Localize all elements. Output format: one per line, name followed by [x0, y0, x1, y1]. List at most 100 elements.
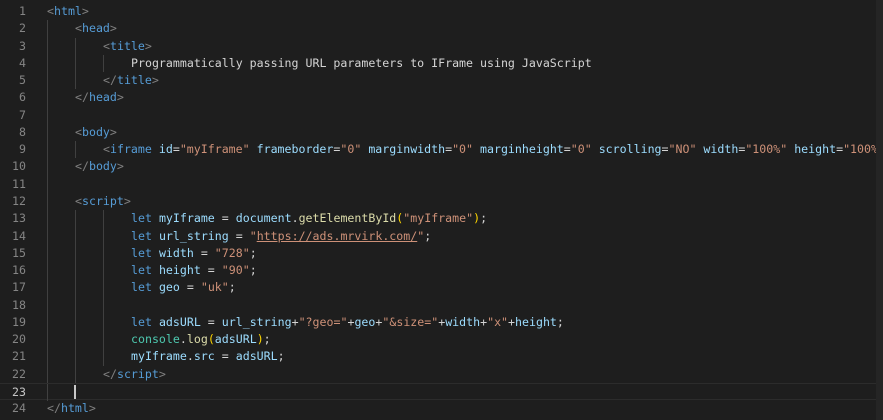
- indent-guide: [103, 296, 104, 314]
- code-line[interactable]: 9 <iframe id="myIframe" frameborder="0" m…: [0, 141, 883, 159]
- code-line[interactable]: 1 <html>: [0, 3, 876, 20]
- code-line[interactable]: 10 </body>: [0, 158, 876, 176]
- code-line[interactable]: 18: [0, 296, 876, 314]
- code-line[interactable]: 22 </script>: [0, 365, 876, 383]
- token-br: <: [75, 21, 82, 36]
- code-line[interactable]: 5 </title>: [0, 72, 876, 90]
- code-line[interactable]: 23: [0, 382, 876, 402]
- token-fn: getElementById: [298, 211, 397, 226]
- line-number: 20: [12, 332, 26, 347]
- indent-guide: [103, 54, 104, 73]
- token-br: >: [158, 366, 166, 381]
- token-tag: body: [81, 124, 110, 139]
- indent-guide: [47, 365, 48, 383]
- token-url[interactable]: https://ads.mrvirk.com/: [257, 229, 418, 243]
- code-line[interactable]: 13 let myIframe = document.getElementById…: [0, 210, 876, 228]
- code-text: <html>: [47, 3, 89, 20]
- token-txt: =: [200, 263, 222, 278]
- code-line[interactable]: 19 let adsURL = url_string+"?geo="+geo+"&…: [0, 313, 876, 332]
- token-txt: .: [179, 332, 187, 347]
- token-br: <: [103, 38, 110, 53]
- token-attr: width: [703, 142, 739, 157]
- line-number: 5: [19, 73, 26, 88]
- line-number: 13: [12, 211, 26, 226]
- indent-guide: [75, 296, 76, 314]
- token-var: src: [193, 349, 215, 364]
- code-line[interactable]: 17 let geo = "uk";: [0, 279, 876, 297]
- token-kw: let: [131, 263, 152, 278]
- indent-guide: [47, 262, 48, 280]
- indent-guide: [47, 296, 48, 314]
- token-txt: =: [214, 349, 236, 364]
- code-line[interactable]: 15 let width = "728";: [0, 244, 876, 263]
- token-br: </: [47, 401, 61, 416]
- token-var: myIframe: [131, 349, 187, 364]
- code-editor[interactable]: 1 <html> 2 <head> 3 <title> 4 Programmatically …: [0, 0, 883, 420]
- code-line[interactable]: 16 let height = "90";: [0, 262, 876, 280]
- token-tag: head: [81, 21, 110, 36]
- token-txt: =: [193, 245, 215, 260]
- token-txt: =: [200, 314, 222, 329]
- token-tag: body: [88, 159, 117, 174]
- token-txt: =: [228, 228, 250, 243]
- code-text: <head>: [75, 20, 117, 37]
- indent-guide: [47, 279, 48, 297]
- code-line[interactable]: 3 <title>: [0, 37, 876, 55]
- line-number: 16: [12, 263, 26, 278]
- indent-guide: [47, 175, 48, 193]
- code-line[interactable]: 11: [0, 175, 876, 193]
- code-line[interactable]: 20 console.log(adsURL);: [0, 331, 876, 349]
- token-var: adsURL: [235, 349, 278, 364]
- code-line[interactable]: 8 <body>: [0, 123, 876, 142]
- indent-guide: [75, 227, 76, 245]
- token-attr: height: [794, 142, 837, 157]
- code-line[interactable]: 12 <script>: [0, 192, 876, 211]
- token-kw: let: [131, 314, 152, 329]
- indent-guide: [103, 331, 104, 349]
- indent-guide: [103, 313, 104, 332]
- indent-guide: [47, 227, 48, 245]
- code-line[interactable]: 21 myIframe.src = adsURL;: [0, 348, 876, 366]
- token-br: <: [47, 4, 54, 18]
- token-txt: =: [172, 142, 180, 157]
- token-txt: ;: [424, 228, 432, 243]
- code-line[interactable]: 6 </head>: [0, 89, 876, 107]
- token-br: >: [109, 21, 117, 36]
- token-fn: log: [186, 332, 208, 347]
- token-kw: let: [131, 245, 152, 260]
- token-txt: ;: [249, 263, 257, 278]
- vertical-scrollbar[interactable]: [876, 0, 883, 420]
- token-kw: let: [131, 228, 152, 243]
- line-number: 18: [12, 297, 26, 312]
- token-attr: marginwidth: [368, 142, 446, 157]
- code-text: let geo = "uk";: [131, 279, 236, 296]
- token-par: (: [207, 332, 215, 347]
- indent-guide: [103, 210, 104, 228]
- token-str: "&size=": [382, 314, 439, 329]
- indent-guide: [75, 72, 76, 90]
- token-br: >: [109, 124, 117, 139]
- token-var: geo: [354, 314, 376, 329]
- indent-guide: [47, 54, 48, 73]
- indent-guide: [47, 383, 48, 402]
- token-str: "x": [487, 314, 509, 329]
- line-number: 15: [12, 245, 26, 260]
- token-str: "728": [214, 245, 250, 260]
- line-number: 4: [19, 55, 26, 70]
- token-txt: ;: [277, 349, 285, 364]
- indent-guide: [47, 106, 48, 124]
- code-text: </title>: [103, 72, 159, 89]
- token-str: "100%": [745, 142, 788, 157]
- code-line[interactable]: 4 Programmatically passing URL parameters…: [0, 54, 876, 73]
- token-txt: ;: [263, 332, 271, 347]
- code-line[interactable]: 14 let url_string = "https://ads.mrvirk.c…: [0, 227, 876, 245]
- code-line[interactable]: 7: [0, 106, 876, 124]
- code-line[interactable]: 24 </html>: [0, 400, 876, 417]
- indent-guide: [47, 331, 48, 349]
- token-var: height: [515, 314, 557, 329]
- code-line[interactable]: 2 <head>: [0, 20, 876, 38]
- code-text: let width = "728";: [131, 245, 257, 262]
